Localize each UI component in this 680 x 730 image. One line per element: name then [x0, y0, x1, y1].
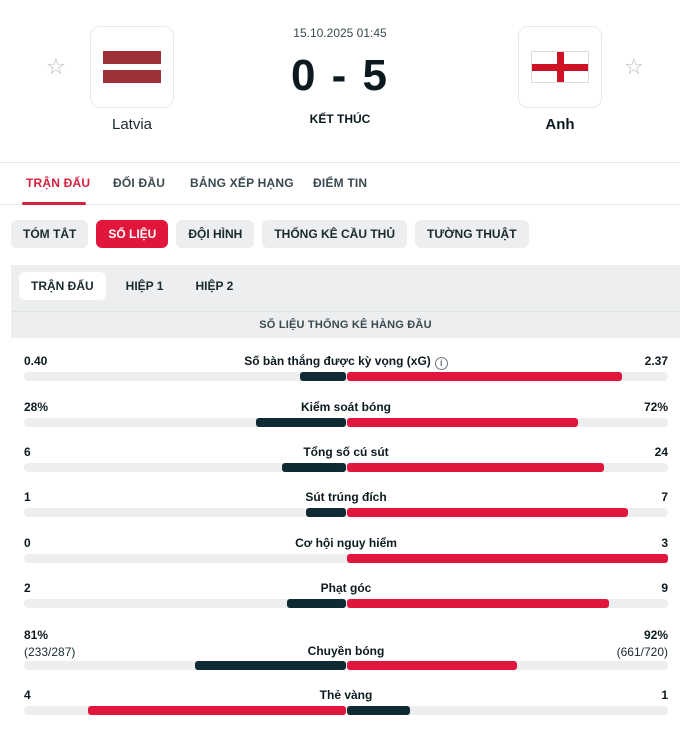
- stat-home-bar: [306, 508, 346, 517]
- stat-home-bar: [88, 706, 346, 715]
- chip-lineups[interactable]: ĐỘI HÌNH: [176, 220, 255, 248]
- stat-label: Chuyền bóng: [24, 644, 668, 658]
- stat-away-bar: [347, 418, 578, 427]
- info-icon[interactable]: i: [434, 357, 448, 370]
- sub-tab-bar: TÓM TẮT SỐ LIỆU ĐỘI HÌNH THỐNG KÊ CẦU TH…: [11, 220, 529, 248]
- stat-label: Sút trúng đích: [24, 490, 668, 504]
- stat-label: Kiểm soát bóng: [24, 400, 668, 414]
- stat-label-text: Chuyền bóng: [307, 644, 385, 658]
- section-title: SỐ LIỆU THỐNG KÊ HÀNG ĐẦU: [11, 311, 680, 338]
- main-tab-bar: TRẬN ĐẤU ĐỐI ĐẦU BẢNG XẾP HẠNG ĐIỂM TIN: [0, 163, 680, 205]
- stat-label-text: Số bàn thắng được kỳ vọng (xG): [244, 354, 431, 368]
- stat-home-bar: [256, 418, 346, 427]
- stat-bar-track: [24, 418, 668, 427]
- stat-away-bar: [347, 706, 410, 715]
- stat-label: Tổng số cú sút: [24, 445, 668, 459]
- stat-label-text: Cơ hội nguy hiểm: [295, 536, 397, 550]
- stat-bar-track: [24, 554, 668, 563]
- stat-bar-track: [24, 463, 668, 472]
- stat-away-bar: [347, 599, 609, 608]
- stat-label: Cơ hội nguy hiểm: [24, 536, 668, 550]
- tab-head-to-head[interactable]: ĐỐI ĐẦU: [113, 176, 165, 190]
- stat-label-text: Tổng số cú sút: [303, 445, 389, 459]
- stat-bar-track: [24, 508, 668, 517]
- chip-stats[interactable]: SỐ LIỆU: [96, 220, 169, 248]
- tab-standings[interactable]: BẢNG XẾP HẠNG: [190, 176, 294, 190]
- stat-away-bar: [347, 508, 628, 517]
- stat-away-bar: [347, 661, 517, 670]
- period-panel: TRẬN ĐẤU HIỆP 1 HIỆP 2 SỐ LIỆU THỐNG KÊ …: [11, 265, 680, 338]
- stat-home-number: 81%: [24, 628, 49, 642]
- stat-label-text: Sút trúng đích: [305, 490, 387, 504]
- away-team-name[interactable]: Anh: [510, 116, 610, 133]
- stat-away-number: 92%: [643, 628, 668, 642]
- stat-bar-track: [24, 706, 668, 715]
- stat-home-bar: [287, 599, 346, 608]
- tab-news[interactable]: ĐIỂM TIN: [313, 176, 367, 190]
- stat-label-text: Kiểm soát bóng: [300, 400, 391, 414]
- period-tab-first-half[interactable]: HIỆP 1: [114, 272, 176, 300]
- chip-commentary[interactable]: TƯỜNG THUẬT: [415, 220, 529, 248]
- stat-bar-track: [24, 372, 668, 381]
- chip-player-stats[interactable]: THỐNG KÊ CẦU THỦ: [262, 220, 408, 248]
- stat-label-text: Phạt góc: [320, 581, 372, 595]
- stat-label: Số bàn thắng được kỳ vọng (xG) i: [24, 354, 668, 370]
- favorite-away-star-icon[interactable]: ☆: [624, 56, 644, 78]
- stat-away-bar: [347, 463, 604, 472]
- stat-away-bar: [347, 372, 622, 381]
- stat-bar-track: [24, 599, 668, 608]
- stat-home-bar: [195, 661, 346, 670]
- tab-match[interactable]: TRẬN ĐẤU: [26, 176, 90, 190]
- stat-home-bar: [282, 463, 346, 472]
- period-tab-full-match[interactable]: TRẬN ĐẤU: [19, 272, 106, 300]
- stat-home-bar: [300, 372, 346, 381]
- match-header: ☆ Latvia 15.10.2025 01:45 0 - 5 KẾT THÚC…: [0, 0, 680, 163]
- stat-label: Phạt góc: [24, 581, 668, 595]
- stat-away-bar: [347, 554, 668, 563]
- period-tab-second-half[interactable]: HIỆP 2: [183, 272, 245, 300]
- stat-label: Thẻ vàng: [24, 688, 668, 702]
- period-tab-bar: TRẬN ĐẤU HIỆP 1 HIỆP 2: [19, 272, 245, 300]
- active-tab-indicator: [22, 202, 86, 205]
- england-flag-icon: [531, 51, 589, 83]
- stat-bar-track: [24, 661, 668, 670]
- chip-summary[interactable]: TÓM TẮT: [11, 220, 89, 248]
- away-team-crest[interactable]: [518, 26, 602, 108]
- stat-label-text: Thẻ vàng: [319, 688, 373, 702]
